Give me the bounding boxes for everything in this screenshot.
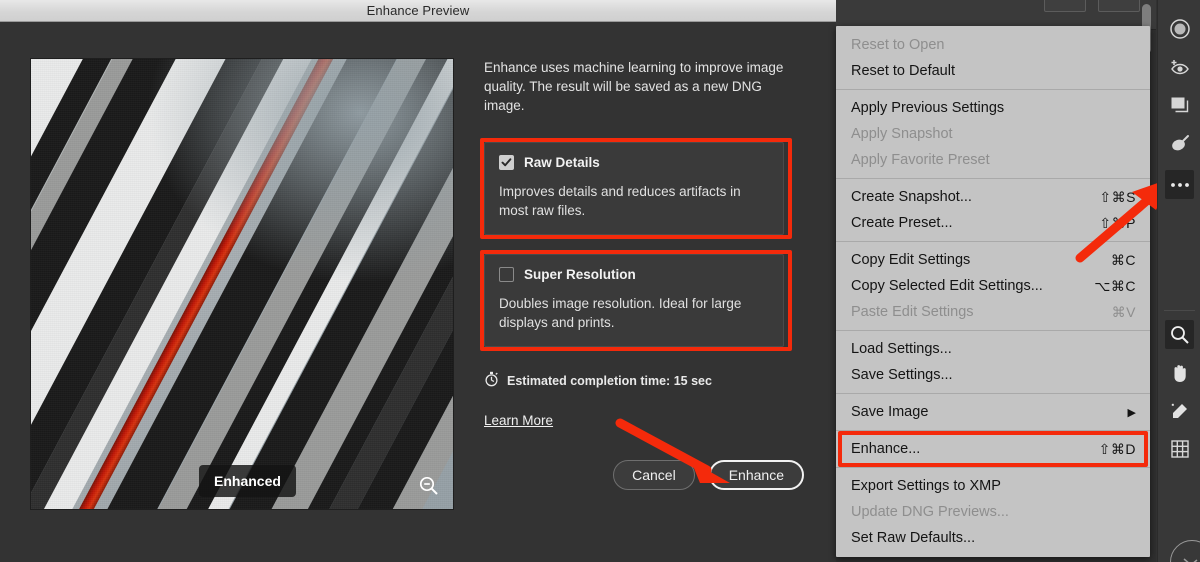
menu-item-label: Set Raw Defaults...: [851, 530, 976, 546]
eyedropper-icon[interactable]: [1165, 396, 1194, 425]
menu-item-label: Copy Selected Edit Settings...: [851, 278, 1043, 294]
menu-item-reset-to-open: Reset to Open: [836, 32, 1150, 58]
app-right-panel: Reset to Open Reset to Default Apply Previ…: [836, 0, 1200, 562]
panel-chip-right[interactable]: [1098, 0, 1140, 12]
healing-brush-icon[interactable]: [1165, 128, 1194, 157]
menu-separator: [836, 178, 1150, 179]
edit-context-menu: Reset to Open Reset to Default Apply Previ…: [836, 26, 1150, 557]
enhance-preview-dialog: Enhance Preview Enhanced Enhance uses ma…: [0, 0, 836, 562]
learn-more-link[interactable]: Learn More: [484, 413, 553, 428]
menu-item-create-preset[interactable]: Create Preset... ⇧⌘P: [836, 210, 1150, 236]
menu-item-copy-edit-settings[interactable]: Copy Edit Settings ⌘C: [836, 247, 1150, 273]
menu-item-paste-edit-settings: Paste Edit Settings ⌘V: [836, 299, 1150, 325]
menu-item-reset-to-default[interactable]: Reset to Default: [836, 58, 1150, 84]
zoom-tool-icon[interactable]: [1165, 320, 1194, 349]
dialog-titlebar: Enhance Preview: [0, 0, 836, 22]
menu-item-set-raw-defaults[interactable]: Set Raw Defaults...: [836, 525, 1150, 551]
checkbox-raw-details[interactable]: [499, 155, 514, 170]
menu-item-label: Update DNG Previews...: [851, 504, 1009, 520]
add-subject-mask-icon[interactable]: [1165, 52, 1194, 81]
rotate-dial-icon[interactable]: [1170, 540, 1200, 562]
tool-rail: [1157, 0, 1200, 562]
zoom-out-icon[interactable]: [417, 474, 441, 498]
option-description-raw-details: Improves details and reduces artifacts i…: [499, 184, 741, 218]
menu-item-label: Save Settings...: [851, 367, 953, 383]
estimated-time-text: Estimated completion time: 15 sec: [507, 373, 712, 388]
menu-item-shortcut: ⇧⌘S: [1099, 188, 1136, 205]
menu-item-shortcut: ⌘V: [1111, 303, 1136, 320]
menu-item-label: Copy Edit Settings: [851, 252, 971, 268]
submenu-arrow-icon: ▶: [1127, 406, 1136, 419]
checkbox-super-resolution[interactable]: [499, 267, 514, 282]
dialog-body: Enhanced Enhance uses machine learning t…: [0, 22, 836, 562]
menu-item-shortcut: ⌥⌘C: [1094, 277, 1136, 294]
menu-item-create-snapshot[interactable]: Create Snapshot... ⇧⌘S: [836, 184, 1150, 210]
menu-separator: [836, 330, 1150, 331]
menu-item-label: Create Preset...: [851, 215, 953, 231]
menu-item-shortcut: ⌘C: [1110, 251, 1136, 268]
menu-item-apply-previous-settings[interactable]: Apply Previous Settings: [836, 95, 1150, 121]
menu-item-apply-favorite-preset: Apply Favorite Preset: [836, 147, 1150, 173]
cancel-button[interactable]: Cancel: [613, 460, 695, 490]
menu-item-update-dng-previews: Update DNG Previews...: [836, 499, 1150, 525]
menu-item-label: Create Snapshot...: [851, 189, 972, 205]
menu-item-load-settings[interactable]: Load Settings...: [836, 336, 1150, 362]
menu-item-shortcut: ⇧⌘P: [1099, 214, 1136, 231]
menu-item-copy-selected-edit-settings[interactable]: Copy Selected Edit Settings... ⌥⌘C: [836, 273, 1150, 299]
preview-image[interactable]: Enhanced: [30, 58, 454, 510]
more-options-icon[interactable]: [1165, 170, 1194, 199]
menu-item-label: Apply Previous Settings: [851, 100, 1005, 116]
menu-item-label: Enhance...: [851, 441, 921, 457]
estimated-time: Estimated completion time: 15 sec: [484, 371, 804, 390]
dialog-right-column: Enhance uses machine learning to improve…: [480, 58, 804, 430]
grid-icon[interactable]: [1165, 434, 1194, 463]
menu-item-label: Apply Snapshot: [851, 126, 953, 142]
menu-separator: [836, 241, 1150, 242]
menu-item-shortcut: ⇧⌘D: [1098, 440, 1136, 457]
menu-separator: [836, 430, 1150, 431]
stopwatch-icon: [484, 371, 499, 390]
preview-state-badge: Enhanced: [199, 465, 296, 497]
option-label-super-resolution: Super Resolution: [524, 267, 636, 282]
menu-item-label: Reset to Default: [851, 63, 955, 79]
option-label-raw-details: Raw Details: [524, 155, 600, 170]
menu-item-label: Load Settings...: [851, 341, 952, 357]
option-description-super-resolution: Doubles image resolution. Ideal for larg…: [499, 296, 742, 330]
butterfly-wing-photo: [31, 59, 453, 509]
enhance-button[interactable]: Enhance: [708, 460, 804, 490]
dialog-description: Enhance uses machine learning to improve…: [484, 60, 784, 113]
menu-separator: [836, 467, 1150, 468]
menu-item-save-settings[interactable]: Save Settings...: [836, 362, 1150, 388]
dialog-title: Enhance Preview: [366, 3, 470, 18]
menu-item-enhance[interactable]: Enhance... ⇧⌘D: [836, 436, 1150, 462]
menu-item-label: Paste Edit Settings: [851, 304, 974, 320]
panel-chip-left[interactable]: [1044, 0, 1086, 12]
menu-item-label: Apply Favorite Preset: [851, 152, 990, 168]
screen: Enhance Preview Enhanced Enhance uses ma…: [0, 0, 1200, 562]
circle-mask-icon[interactable]: [1165, 14, 1194, 43]
option-raw-details[interactable]: Raw Details Improves details and reduces…: [484, 142, 784, 235]
hand-tool-icon[interactable]: [1165, 358, 1194, 387]
menu-item-label: Save Image: [851, 404, 929, 420]
layers-icon[interactable]: [1165, 90, 1194, 119]
menu-item-save-image[interactable]: Save Image ▶: [836, 399, 1150, 425]
menu-item-apply-snapshot: Apply Snapshot: [836, 121, 1150, 147]
menu-item-label: Reset to Open: [851, 37, 945, 53]
dialog-button-row: Cancel Enhance: [613, 460, 804, 490]
menu-item-export-settings-to-xmp[interactable]: Export Settings to XMP: [836, 473, 1150, 499]
menu-separator: [836, 89, 1150, 90]
menu-item-label: Export Settings to XMP: [851, 478, 1001, 494]
option-super-resolution[interactable]: Super Resolution Doubles image resolutio…: [484, 254, 784, 347]
menu-separator: [836, 393, 1150, 394]
